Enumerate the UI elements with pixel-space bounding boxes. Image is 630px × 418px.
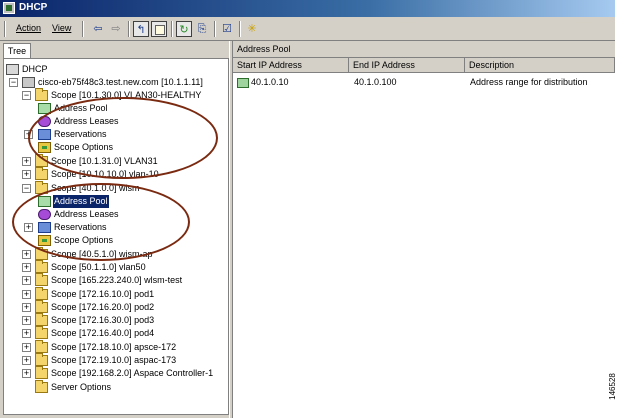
expand-icon[interactable]: + (22, 343, 31, 352)
column-header-end-ip[interactable]: End IP Address (349, 58, 465, 73)
toolbar-separator (171, 21, 173, 37)
tree-node-label: Scope [172.16.20.0] pod2 (51, 302, 155, 312)
folder-icon (35, 88, 48, 101)
expand-icon[interactable]: + (22, 250, 31, 259)
folder-icon (35, 366, 48, 379)
title-bar: DHCP (0, 0, 615, 17)
folder-icon (35, 287, 48, 300)
tree-node-label: cisco-eb75f48c3.test.new.com [10.1.1.11] (38, 77, 203, 87)
up-level-icon[interactable]: ↰ (133, 21, 149, 37)
tree-node-label: Scope [172.16.40.0] pod4 (51, 328, 155, 338)
toolbar-separator (128, 21, 130, 37)
details-header: Address Pool (233, 41, 615, 58)
expand-icon[interactable]: + (22, 329, 31, 338)
column-header-start-ip[interactable]: Start IP Address (233, 58, 349, 73)
table-row[interactable]: 40.1.0.10 40.1.0.100 Address range for d… (233, 75, 615, 89)
collapse-icon[interactable]: − (22, 91, 31, 100)
column-headers: Start IP Address End IP Address Descript… (233, 58, 615, 73)
server-icon (22, 77, 35, 88)
properties-icon[interactable]: ☑ (219, 21, 235, 37)
folder-icon (35, 340, 48, 353)
tree-node-label: Scope [172.18.10.0] apsce-172 (51, 342, 177, 352)
toolbar-separator (214, 21, 216, 37)
expand-icon[interactable]: + (22, 263, 31, 272)
tree-node-label: Scope [165.223.240.0] wlsm-test (51, 275, 183, 285)
tab-tree[interactable]: Tree (3, 43, 31, 59)
toolbar-separator (82, 21, 84, 37)
export-list-icon[interactable]: ⎘ (194, 21, 210, 37)
tree-node-label: Server Options (51, 382, 112, 392)
toolbar-grip (4, 21, 6, 37)
highlight-ellipse-scope1 (28, 97, 218, 179)
address-pool-icon (237, 77, 249, 88)
tree-node-label: Scope [192.168.2.0] Aspace Controller-1 (51, 368, 214, 378)
show-hide-tree-icon[interactable] (151, 21, 167, 37)
folder-icon (35, 260, 48, 273)
refresh-icon[interactable]: ↻ (176, 21, 192, 37)
figure-number-text: 146528 (607, 373, 617, 400)
menu-view-label: View (52, 23, 72, 33)
dhcp-app-icon (3, 2, 15, 14)
highlight-ellipse-scope4 (12, 183, 190, 261)
collapse-icon[interactable]: − (9, 78, 18, 87)
cell-start-ip: 40.1.0.10 (237, 75, 289, 89)
menu-and-toolbar: Action View ⇦ ⇨ ↰ ↻ ⎘ ☑ ✳ (0, 18, 615, 41)
tree-pane: Tree DHCP − cisco-eb75f48c3.test.new.com… (0, 41, 229, 418)
menu-action-label: Action (16, 23, 42, 33)
tree-node-label: Scope [172.19.10.0] aspac-173 (51, 355, 177, 365)
dhcp-console-window: DHCP Action View ⇦ ⇨ ↰ ↻ ⎘ ☑ ✳ Tree DHCP (0, 0, 615, 418)
tree-node-label: Scope [172.16.30.0] pod3 (51, 315, 155, 325)
expand-icon[interactable]: + (22, 157, 31, 166)
folder-icon (35, 380, 48, 393)
toolbar-separator (239, 21, 241, 37)
folder-icon (35, 353, 48, 366)
cell-end-ip: 40.1.0.100 (354, 77, 397, 87)
menu-view[interactable]: View (52, 23, 71, 33)
expand-icon[interactable]: + (22, 276, 31, 285)
menu-action[interactable]: Action (16, 23, 41, 33)
folder-icon (35, 326, 48, 339)
start-ip-value: 40.1.0.10 (251, 77, 289, 87)
tree-node-label: Scope [50.1.1.0] vlan50 (51, 262, 146, 272)
expand-icon[interactable]: + (22, 290, 31, 299)
cell-description: Address range for distribution (470, 77, 588, 87)
figure-number: 146528 (608, 360, 630, 418)
tree-node-label: DHCP (22, 64, 48, 74)
expand-icon[interactable]: + (22, 369, 31, 378)
folder-icon (35, 313, 48, 326)
dhcp-icon (6, 64, 19, 75)
details-pane: Address Pool Start IP Address End IP Add… (233, 41, 615, 418)
tree-view[interactable]: DHCP − cisco-eb75f48c3.test.new.com [10.… (3, 58, 229, 415)
folder-icon (35, 167, 48, 180)
column-header-description[interactable]: Description (465, 58, 615, 73)
window-title: DHCP (19, 2, 48, 13)
expand-icon[interactable]: + (22, 356, 31, 365)
collapse-icon[interactable]: − (22, 184, 31, 193)
back-arrow-icon[interactable]: ⇦ (90, 21, 106, 37)
new-scope-icon[interactable]: ✳ (244, 21, 260, 37)
forward-arrow-icon[interactable]: ⇨ (108, 21, 124, 37)
tree-node-label: Scope [172.16.10.0] pod1 (51, 289, 155, 299)
expand-icon[interactable]: + (22, 316, 31, 325)
folder-icon (35, 273, 48, 286)
folder-icon (35, 300, 48, 313)
details-title: Address Pool (237, 44, 291, 54)
expand-icon[interactable]: + (22, 303, 31, 312)
expand-icon[interactable]: + (22, 170, 31, 179)
